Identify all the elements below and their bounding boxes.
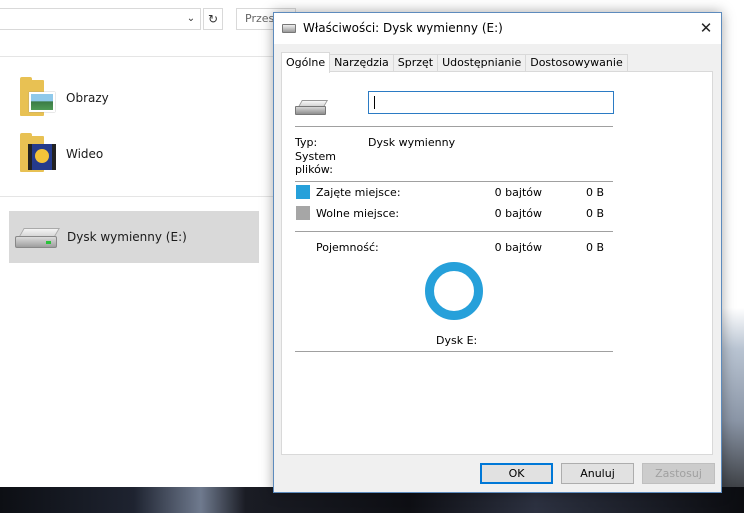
- text-caret: [374, 96, 375, 109]
- used-space-size: 0 B: [585, 186, 604, 199]
- pictures-folder-icon: [16, 77, 58, 118]
- divider: [295, 351, 613, 352]
- capacity-bytes: 0 bajtów: [494, 241, 542, 254]
- free-space-size: 0 B: [585, 207, 604, 220]
- tab-strip: Ogólne Narzędzia Sprzęt Udostępnianie Do…: [281, 52, 628, 73]
- drive-item-removable-e[interactable]: Dysk wymienny (E:): [9, 211, 259, 263]
- divider: [295, 181, 613, 182]
- chevron-down-icon[interactable]: ⌄: [186, 12, 196, 26]
- drive-name-input[interactable]: [368, 91, 614, 114]
- tab-sharing[interactable]: Udostępnianie: [437, 54, 527, 72]
- free-space-bytes: 0 bajtów: [494, 207, 542, 220]
- filesystem-label-cont: plików:: [295, 163, 333, 176]
- close-button[interactable]: ✕: [691, 13, 721, 43]
- tab-tools[interactable]: Narzędzia: [329, 54, 394, 72]
- free-space-swatch: [296, 206, 310, 220]
- tab-general[interactable]: Ogólne: [281, 52, 331, 73]
- apply-button[interactable]: Zastosuj: [642, 463, 715, 484]
- used-space-bytes: 0 bajtów: [494, 186, 542, 199]
- tab-hardware[interactable]: Sprzęt: [392, 54, 439, 72]
- filesystem-label: System: [295, 150, 337, 163]
- type-label: Typ:: [295, 136, 318, 149]
- folder-item-pictures[interactable]: Obrazy: [16, 74, 246, 122]
- removable-drive-icon: [282, 24, 296, 33]
- cancel-button[interactable]: Anuluj: [561, 463, 634, 484]
- divider: [0, 56, 275, 57]
- videos-folder-icon: [16, 133, 58, 174]
- tab-customize[interactable]: Dostosowywanie: [525, 54, 628, 72]
- folder-label: Wideo: [66, 147, 104, 161]
- refresh-button[interactable]: ↻: [203, 8, 223, 30]
- desktop-background: [722, 0, 744, 513]
- capacity-size: 0 B: [585, 241, 604, 254]
- used-space-swatch: [296, 185, 310, 199]
- folder-label: Obrazy: [66, 91, 109, 105]
- drive-label: Dysk wymienny (E:): [67, 230, 187, 244]
- removable-drive-icon: [295, 98, 329, 120]
- free-space-label: Wolne miejsce:: [316, 207, 400, 220]
- capacity-label: Pojemność:: [316, 241, 379, 254]
- general-tab-panel: Typ: Dysk wymienny System plików: Zajęte…: [281, 71, 713, 455]
- properties-dialog: Właściwości: Dysk wymienny (E:) ✕ Ogólne…: [273, 12, 722, 493]
- type-value: Dysk wymienny: [368, 136, 456, 149]
- divider: [295, 231, 613, 232]
- ok-button[interactable]: OK: [480, 463, 553, 484]
- title-bar[interactable]: Właściwości: Dysk wymienny (E:) ✕: [274, 13, 721, 44]
- address-bar[interactable]: ⌄: [0, 8, 201, 30]
- divider: [0, 196, 275, 197]
- dialog-title: Właściwości: Dysk wymienny (E:): [303, 21, 503, 35]
- used-space-label: Zajęte miejsce:: [316, 186, 401, 199]
- drive-caption: Dysk E:: [436, 334, 478, 347]
- removable-drive-icon: [13, 222, 61, 252]
- usage-donut-chart: [425, 262, 483, 320]
- folder-item-videos[interactable]: Wideo: [16, 130, 246, 178]
- divider: [295, 126, 613, 127]
